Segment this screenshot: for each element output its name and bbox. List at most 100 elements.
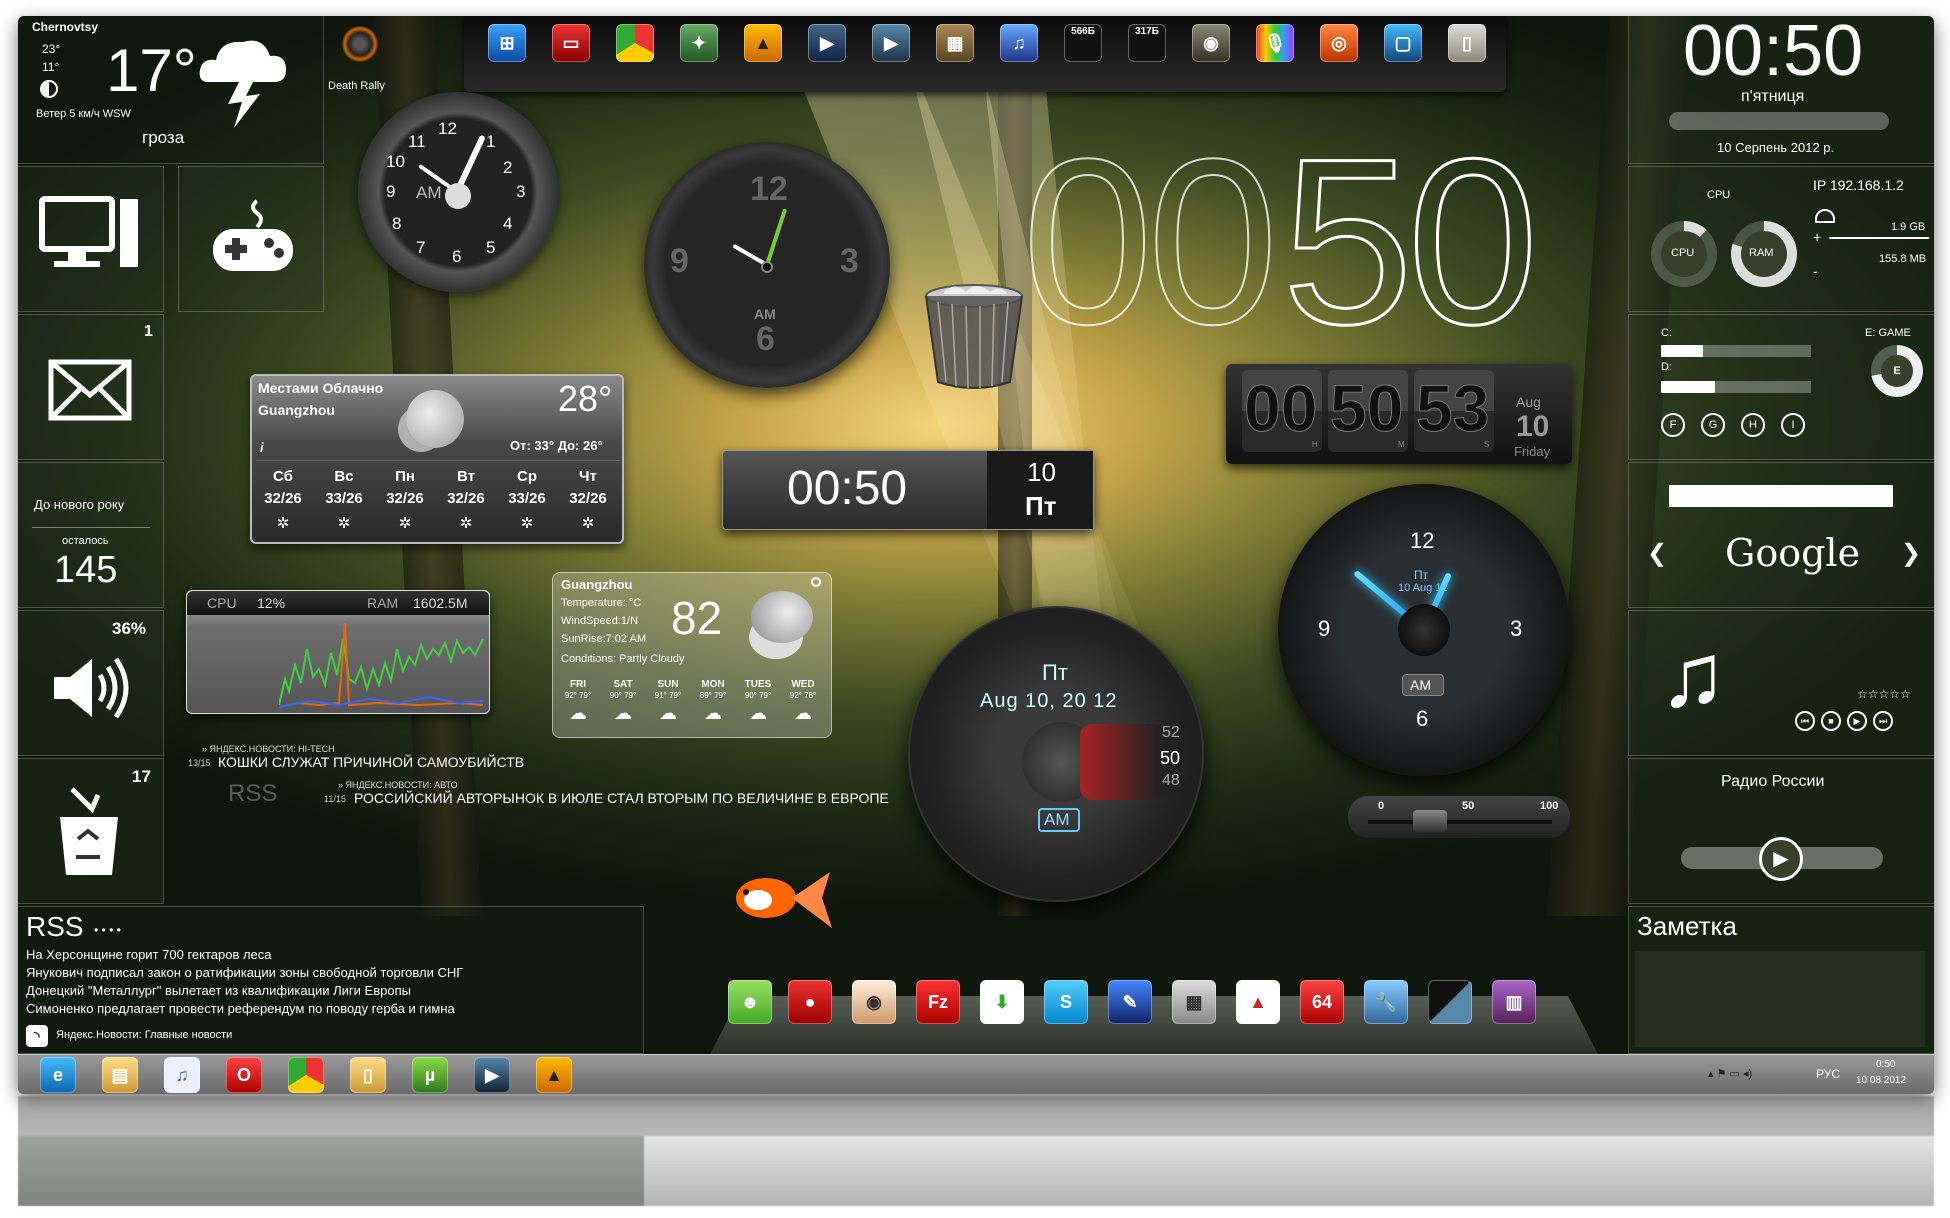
trash-basket-icon[interactable] bbox=[922, 282, 1026, 392]
skype-icon[interactable]: S bbox=[1044, 980, 1088, 1024]
ram-value: 1602.5M bbox=[413, 595, 468, 611]
flip-month: Aug bbox=[1516, 394, 1541, 410]
screen-icon[interactable]: ▢ bbox=[1384, 24, 1422, 62]
rss-item[interactable]: Янукович подписал закон о ратификации зо… bbox=[26, 965, 463, 980]
ladybug-icon[interactable]: ● bbox=[788, 980, 832, 1024]
slider-thumb[interactable] bbox=[1413, 810, 1447, 832]
taskbar-date[interactable]: 10.08.2012 bbox=[1856, 1075, 1906, 1086]
rss-item[interactable]: На Херсонщине горит 700 гектаров леса bbox=[26, 947, 272, 962]
opera-icon[interactable]: O bbox=[226, 1057, 262, 1093]
info-icon[interactable]: i bbox=[260, 440, 264, 455]
wrench-icon[interactable]: 🔧 bbox=[1364, 980, 1408, 1024]
drive-button[interactable]: I bbox=[1781, 413, 1805, 437]
vlc-icon[interactable]: ▲ bbox=[744, 24, 782, 62]
video-app-icon[interactable]: ▭ bbox=[552, 24, 590, 62]
taskbar-time[interactable]: 0:50 bbox=[1876, 1059, 1895, 1070]
chrome-icon[interactable] bbox=[616, 24, 654, 62]
news-headline[interactable]: КОШКИ СЛУЖАТ ПРИЧИНОЙ САМОУБИЙСТВ bbox=[218, 754, 524, 770]
drive-button[interactable]: H bbox=[1741, 413, 1765, 437]
plus-icon: + bbox=[1813, 229, 1822, 245]
news-ticker[interactable]: » ЯНДЕКС.НОВОСТИ: HI-TECH 13/15 КОШКИ СЛ… bbox=[188, 744, 948, 834]
weather-widget-cn[interactable]: Местами Облачно Guangzhou 28° i От: 33° … bbox=[250, 374, 624, 544]
network-meter-icon[interactable]: 317Б bbox=[1128, 24, 1166, 62]
right-clock-time: 00:50 bbox=[1683, 16, 1864, 91]
stop-button[interactable]: ■ bbox=[1821, 711, 1841, 731]
music-app-icon[interactable]: ♫ bbox=[1000, 24, 1038, 62]
speaker-app-icon[interactable]: ◉ bbox=[1192, 24, 1230, 62]
ie-icon[interactable]: e bbox=[40, 1057, 76, 1093]
rewind-button[interactable]: ⏮ bbox=[1795, 711, 1815, 731]
movie-maker-icon[interactable]: ▶ bbox=[872, 24, 910, 62]
note-textarea[interactable] bbox=[1635, 951, 1925, 1047]
google-prev-button[interactable]: ❮ bbox=[1647, 539, 1667, 568]
recycle-bin-tile[interactable]: 17 bbox=[18, 758, 164, 904]
folder-icon[interactable]: ▯ bbox=[350, 1057, 386, 1093]
forecast-day: Сб bbox=[273, 468, 293, 485]
my-computer-tile[interactable] bbox=[18, 166, 164, 312]
weather-widget-gz[interactable]: Guangzhou Temperature: °C WindSpeed:1/N … bbox=[552, 572, 832, 738]
tiles-icon[interactable] bbox=[1428, 980, 1472, 1024]
rating-stars[interactable]: ☆☆☆☆☆ bbox=[1857, 687, 1911, 701]
archive-icon[interactable]: ▦ bbox=[936, 24, 974, 62]
utorrent-icon[interactable]: µ bbox=[412, 1057, 448, 1093]
flip-hours: 00 bbox=[1243, 371, 1318, 446]
winrar-icon[interactable]: ▥ bbox=[1492, 980, 1536, 1024]
document-icon[interactable]: ▯ bbox=[1448, 24, 1486, 62]
death-rally-shortcut[interactable]: Death Rally bbox=[328, 24, 390, 96]
burner-icon[interactable]: ◎ bbox=[1320, 24, 1358, 62]
network-meter-icon[interactable]: 566Б bbox=[1064, 24, 1102, 62]
compass-icon[interactable]: ✦ bbox=[680, 24, 718, 62]
forward-button[interactable]: ⏭ bbox=[1873, 711, 1893, 731]
download-icon[interactable]: ⬇ bbox=[980, 980, 1024, 1024]
big-clock-minutes: 50 bbox=[1281, 109, 1540, 376]
app64-icon[interactable]: 64 bbox=[1300, 980, 1344, 1024]
filezilla-icon[interactable]: Fz bbox=[916, 980, 960, 1024]
media-player-icon[interactable]: ▶ bbox=[474, 1057, 510, 1093]
play-button[interactable]: ▶ bbox=[1847, 711, 1867, 731]
itunes-icon[interactable]: ♫ bbox=[164, 1057, 200, 1093]
volume-slider[interactable]: 0 50 100 bbox=[1348, 796, 1570, 838]
options-icon[interactable] bbox=[811, 577, 821, 587]
rocket-icon[interactable]: ▲ bbox=[1236, 980, 1280, 1024]
volume-tile[interactable]: 36% bbox=[18, 610, 164, 756]
meter-badge: 566Б bbox=[1071, 26, 1095, 37]
rss-widget[interactable]: RSS • • • • На Херсонщине горит 700 гект… bbox=[18, 906, 644, 1054]
eye-icon[interactable]: ◉ bbox=[852, 980, 896, 1024]
chrome-icon[interactable] bbox=[288, 1057, 324, 1093]
google-next-button[interactable]: ❯ bbox=[1901, 539, 1921, 568]
windows-icon[interactable]: ⊞ bbox=[488, 24, 526, 62]
forecast-day: MON bbox=[701, 679, 725, 690]
music-player-tile[interactable]: ♫ ☆☆☆☆☆ ⏮ ■ ▶ ⏭ bbox=[1628, 610, 1934, 756]
pen-icon[interactable]: ✎ bbox=[1108, 980, 1152, 1024]
calculator-icon[interactable]: ▦ bbox=[1172, 980, 1216, 1024]
drives-tile[interactable]: C: D: E: GAME E FGHI bbox=[1628, 314, 1934, 460]
drive-button[interactable]: F bbox=[1661, 413, 1685, 437]
radio-tile[interactable]: Радио России ▶ bbox=[1628, 758, 1934, 904]
media-player-icon[interactable]: ▶ bbox=[808, 24, 846, 62]
google-search-input[interactable] bbox=[1669, 485, 1893, 507]
explorer-icon[interactable]: ▤ bbox=[102, 1057, 138, 1093]
tray-icons[interactable]: ▴ ⚑ ▭ ◂) bbox=[1708, 1067, 1752, 1080]
google-search-tile[interactable]: ❮ Google ❯ bbox=[1628, 462, 1934, 608]
rss-pager-dots[interactable]: • • • • bbox=[94, 923, 121, 937]
music-note-icon: ♫ bbox=[1659, 626, 1727, 726]
language-indicator[interactable]: РУС bbox=[1816, 1067, 1840, 1081]
forecast-day: Чт bbox=[579, 468, 597, 485]
radio-play-button[interactable]: ▶ bbox=[1759, 837, 1803, 881]
drive-button[interactable]: G bbox=[1701, 413, 1725, 437]
clock-num: 7 bbox=[416, 238, 426, 257]
rss-item[interactable]: Симоненко предлагает провести референдум… bbox=[26, 1001, 455, 1016]
android-icon[interactable]: ☻ bbox=[728, 980, 772, 1024]
games-tile[interactable] bbox=[178, 166, 324, 312]
weather-widget-top[interactable]: Chernovtsy 23° 11° 17° Ветер 5 км/ч WSW … bbox=[18, 16, 324, 164]
forecast-temp: 91° 79° bbox=[654, 691, 682, 700]
note-title: Заметка bbox=[1637, 911, 1737, 941]
partly-cloudy-icon bbox=[751, 591, 813, 643]
weather-temp: 28° bbox=[558, 378, 613, 419]
note-tile[interactable]: Заметка bbox=[1628, 906, 1934, 1054]
microphone-icon[interactable]: 🎙 bbox=[1256, 24, 1294, 62]
mail-tile[interactable]: 1 bbox=[18, 314, 164, 460]
rss-item[interactable]: Донецкий "Металлург" вылетает из квалифи… bbox=[26, 983, 411, 998]
news-headline[interactable]: РОССИЙСКИЙ АВТОРЫНОК В ИЮЛЕ СТАЛ ВТОРЫМ … bbox=[354, 790, 889, 806]
vlc-icon[interactable]: ▲ bbox=[536, 1057, 572, 1093]
